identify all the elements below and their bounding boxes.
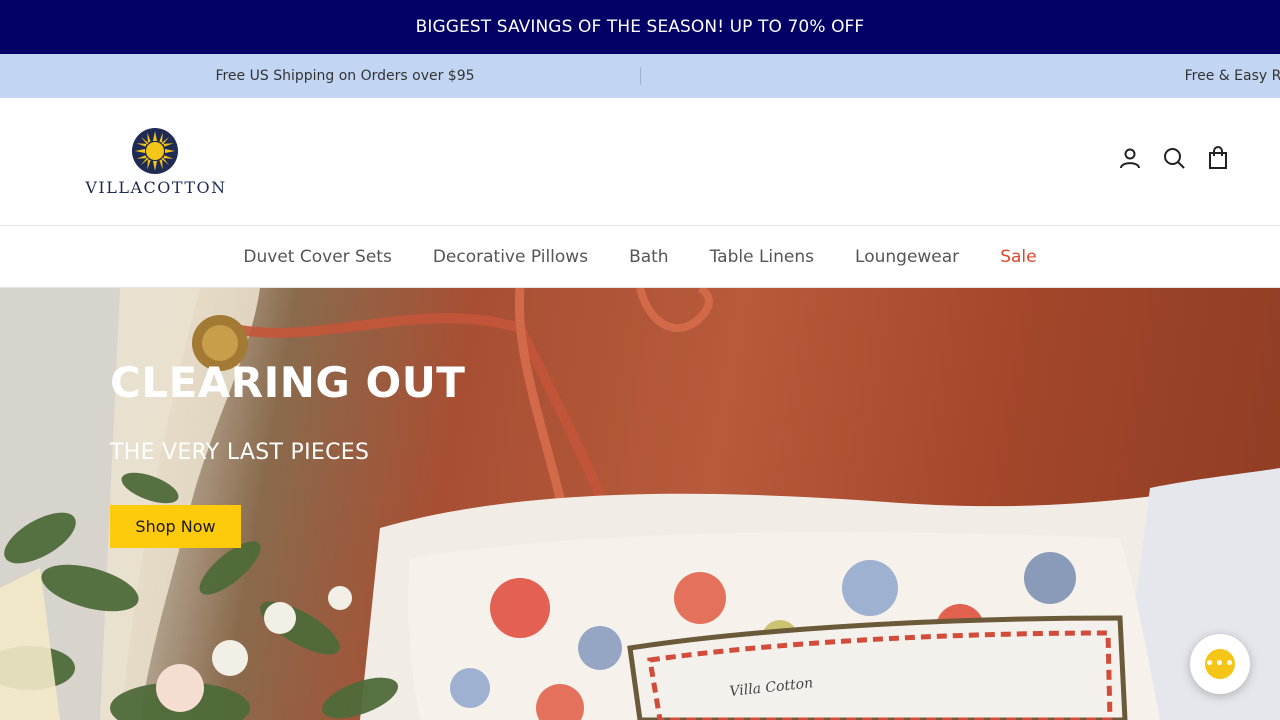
nav-item-duvet-cover-sets[interactable]: Duvet Cover Sets — [243, 247, 391, 267]
chat-button[interactable]: ••• — [1190, 634, 1250, 694]
sun-logo-icon — [132, 128, 178, 174]
nav-item-bath[interactable]: Bath — [629, 247, 669, 267]
promo-text: BIGGEST SAVINGS OF THE SEASON! UP TO 70%… — [415, 17, 865, 37]
shop-now-button[interactable]: Shop Now — [110, 505, 241, 548]
search-icon[interactable] — [1162, 146, 1186, 170]
logo-text: VILLACOTTON — [85, 178, 227, 197]
main-nav: Duvet Cover Sets Decorative Pillows Bath… — [0, 226, 1280, 288]
hero-image: Villa Cotton — [0, 288, 1280, 720]
promo-banner: BIGGEST SAVINGS OF THE SEASON! UP TO 70%… — [0, 0, 1280, 54]
nav-item-loungewear[interactable]: Loungewear — [855, 247, 959, 267]
chat-icon: ••• — [1205, 649, 1235, 679]
cart-icon[interactable] — [1206, 146, 1230, 170]
returns-info-text: Free & Easy Returns — [1184, 68, 1280, 84]
nav-item-sale[interactable]: Sale — [1000, 247, 1036, 267]
hero-banner[interactable]: Villa Cotton CLEARING OUT THE VERY LAST … — [0, 288, 1280, 720]
info-bar: Free US Shipping on Orders over $95 Free… — [0, 54, 1280, 98]
nav-item-table-linens[interactable]: Table Linens — [710, 247, 814, 267]
shipping-info: Free US Shipping on Orders over $95 — [215, 68, 475, 84]
header-actions — [1118, 146, 1230, 170]
account-icon[interactable] — [1118, 146, 1142, 170]
site-header: VILLACOTTON — [0, 98, 1280, 226]
returns-info: Free & Easy Returns — [640, 68, 1280, 84]
hero-title: CLEARING OUT — [110, 358, 466, 407]
logo[interactable]: VILLACOTTON — [80, 128, 232, 198]
hero-subtitle: THE VERY LAST PIECES — [110, 440, 370, 465]
nav-item-decorative-pillows[interactable]: Decorative Pillows — [433, 247, 588, 267]
